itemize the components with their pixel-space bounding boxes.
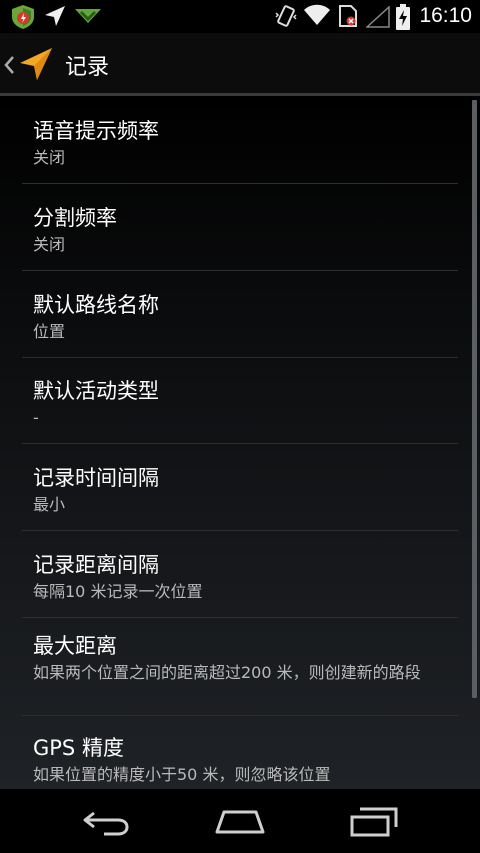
pref-summary: 关闭 <box>33 148 66 167</box>
pref-recording-time-interval[interactable]: 记录时间间隔 最小 <box>22 444 458 531</box>
pref-title: 默认路线名称 <box>33 293 159 317</box>
pref-summary: 最小 <box>33 495 66 514</box>
pref-summary: - <box>33 408 39 427</box>
action-bar: 记录 <box>0 33 480 96</box>
pref-title: 记录时间间隔 <box>33 466 159 490</box>
pref-summary: 每隔10 米记录一次位置 <box>33 582 203 601</box>
shield-app-icon <box>10 4 36 34</box>
pref-title: 语音提示频率 <box>33 119 159 143</box>
navigation-bar <box>0 789 480 853</box>
status-bar: 16:10 <box>0 0 480 33</box>
sim-card-icon <box>338 4 358 32</box>
pref-split-frequency[interactable]: 分割频率 关闭 <box>22 184 458 271</box>
cell-signal-icon <box>365 5 390 32</box>
back-icon[interactable] <box>82 809 130 841</box>
pref-default-activity-type[interactable]: 默认活动类型 - <box>22 358 458 444</box>
pref-summary: 如果位置的精度小于50 米，则忽略该位置 <box>33 765 331 784</box>
download-chevron-icon <box>75 9 101 29</box>
pref-summary: 位置 <box>33 322 66 341</box>
wifi-icon <box>304 4 330 30</box>
navigation-arrow-icon[interactable] <box>18 46 54 86</box>
preference-list[interactable]: 语音提示频率 关闭 分割频率 关闭 默认路线名称 位置 默认活动类型 - 记录时… <box>0 96 480 789</box>
page-title: 记录 <box>65 55 110 80</box>
vibrate-icon <box>274 4 298 32</box>
battery-charging-icon <box>396 4 410 34</box>
pref-title: 最大距离 <box>33 634 117 658</box>
pref-summary: 关闭 <box>33 235 66 254</box>
chevron-left-icon[interactable] <box>3 55 15 79</box>
pref-title: 默认活动类型 <box>33 379 159 403</box>
pref-title: GPS 精度 <box>33 736 124 760</box>
pref-title: 分割频率 <box>33 206 117 230</box>
pref-summary: 如果两个位置之间的距离超过200 米，则创建新的路段 <box>33 663 421 682</box>
scrollbar[interactable] <box>472 100 477 698</box>
recent-apps-icon[interactable] <box>350 807 398 841</box>
home-icon[interactable] <box>214 809 266 839</box>
pref-gps-accuracy[interactable]: GPS 精度 如果位置的精度小于50 米，则忽略该位置 <box>22 716 458 789</box>
pref-default-track-name[interactable]: 默认路线名称 位置 <box>22 271 458 358</box>
pref-voice-frequency[interactable]: 语音提示频率 关闭 <box>22 96 458 184</box>
pref-recording-distance-interval[interactable]: 记录距离间隔 每隔10 米记录一次位置 <box>22 531 458 618</box>
navigation-arrow-icon <box>44 5 66 31</box>
pref-title: 记录距离间隔 <box>33 553 159 577</box>
pref-max-distance[interactable]: 最大距离 如果两个位置之间的距离超过200 米，则创建新的路段 <box>22 618 458 716</box>
clock: 16:10 <box>419 4 472 27</box>
